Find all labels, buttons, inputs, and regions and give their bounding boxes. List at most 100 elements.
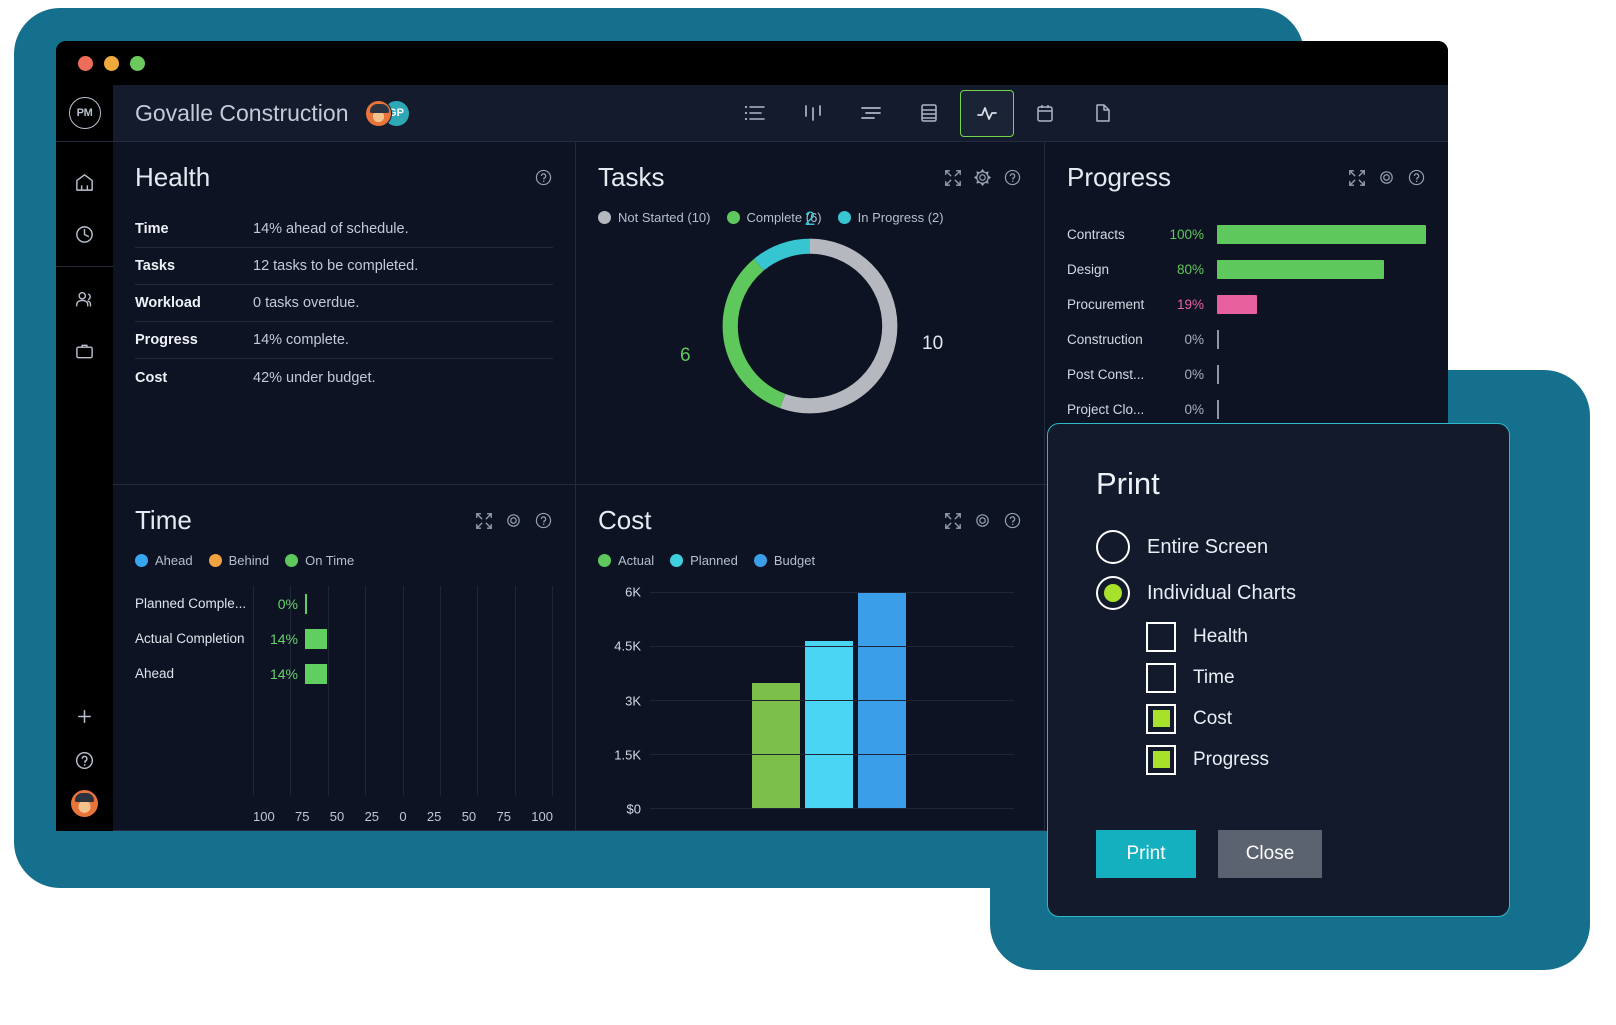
sidebar-item-portfolio[interactable] [63,325,107,377]
help-icon[interactable] [534,511,553,530]
axis-tick: 100 [253,809,275,824]
legend-swatch [598,211,611,224]
radio-entire-screen[interactable]: Entire Screen [1096,524,1461,570]
sheet-view-icon[interactable] [902,90,956,137]
checkbox-label: Time [1193,666,1235,688]
sidebar-item-team[interactable] [63,273,107,325]
expand-icon[interactable] [943,168,962,187]
page-title: Govalle Construction [135,99,349,126]
legend-label: Not Started (10) [618,210,711,225]
checkbox-cost[interactable]: Cost [1096,698,1461,739]
sidebar-divider [56,266,113,267]
board-view-icon[interactable] [786,90,840,137]
legend-label: Actual [618,553,655,568]
radio-button[interactable] [1096,576,1130,610]
dashboard-view-icon[interactable] [959,89,1014,137]
checkbox-progress[interactable]: Progress [1096,739,1461,780]
legend-label: Ahead [155,553,193,568]
axis-tick: 75 [295,809,310,824]
legend-label: In Progress (2) [857,210,944,225]
screenshot-stage: PM Govalle Construction GP Health Time 1… [0,0,1616,1025]
gear-icon[interactable] [973,511,992,530]
calendar-view-icon[interactable] [1018,90,1072,137]
panel-tasks: Tasks Not Started (10) Complete (6) In P… [576,142,1045,485]
time-row: Actual Completion 14% [135,621,553,656]
expand-icon[interactable] [1347,168,1366,187]
help-icon[interactable] [1407,168,1426,187]
help-icon[interactable] [534,168,553,187]
help-icon[interactable] [1003,511,1022,530]
document-view-icon[interactable] [1076,90,1130,137]
legend-item: On Time [285,553,354,568]
gridline: 1.5K [614,747,1014,762]
panel-title: Progress [1067,162,1172,192]
gear-icon[interactable] [1377,168,1396,187]
table-row: Tasks 12 tasks to be completed. [135,248,553,285]
user-avatar[interactable] [71,790,98,817]
help-icon[interactable] [1003,168,1022,187]
time-row: Planned Comple... 0% [135,586,553,621]
time-bar-chart: Planned Comple... 0% Actual Completion 14% A… [135,586,553,824]
gear-icon[interactable] [504,511,523,530]
donut-label-in-progress: 2 [804,209,816,230]
avatar-group[interactable]: GP [364,99,410,127]
checkbox-box[interactable] [1146,703,1176,734]
expand-icon[interactable] [943,511,962,530]
minimize-window-button[interactable] [104,55,119,71]
print-button[interactable]: Print [1096,830,1196,878]
radio-label: Individual Charts [1147,581,1296,604]
checkbox-time[interactable]: Time [1096,657,1461,698]
progress-label: Construction [1067,332,1143,347]
health-key: Tasks [135,258,176,274]
donut-label-complete: 6 [680,345,691,366]
time-bar [305,628,327,649]
progress-fill [1217,295,1257,314]
axis-tick: 6K [625,584,641,600]
legend-swatch [598,554,611,567]
sidebar-item-timesheet[interactable] [63,208,107,260]
cost-plot-area: $0 1.5K 3K 4.5K 6K [614,585,1014,817]
legend-swatch [135,554,148,567]
radio-individual-charts[interactable]: Individual Charts [1096,570,1461,616]
axis-tick: 4.5K [614,638,641,654]
plus-icon[interactable] [63,702,107,730]
progress-label: Post Const... [1067,367,1145,382]
app-logo[interactable]: PM [56,85,113,141]
gridline: 3K [625,693,1014,708]
radio-button[interactable] [1096,530,1130,564]
checkbox-box[interactable] [1146,662,1176,693]
avatar[interactable] [364,99,392,127]
bar [751,683,800,808]
time-x-axis: 100 75 50 25 0 25 50 75 100 [253,809,553,824]
gear-icon[interactable] [973,168,992,187]
progress-percent: 80% [1176,262,1204,277]
close-window-button[interactable] [78,55,93,71]
checkbox-label: Cost [1193,707,1233,729]
zoom-window-button[interactable] [130,55,145,71]
window-titlebar [56,41,1448,85]
expand-icon[interactable] [474,511,493,530]
sidebar-item-home[interactable] [63,156,107,208]
panel-title: Health [135,162,211,192]
radio-selected-dot [1104,584,1122,602]
progress-label: Project Clo... [1067,402,1145,417]
panel-time: Time Ahead Behind On Time Planned Comple… [113,485,576,831]
progress-track [1217,400,1426,419]
time-zero-mark [305,593,307,614]
panel-header: Progress [1067,162,1426,193]
cost-bar-chart: $0 1.5K 3K 4.5K 6K [598,584,1022,830]
legend-label: Planned [690,553,738,568]
close-button[interactable]: Close [1218,830,1322,878]
checkbox-box[interactable] [1146,621,1176,652]
panel-title: Cost [598,505,652,535]
legend-swatch [285,554,299,567]
checkbox-box[interactable] [1146,744,1176,775]
help-icon[interactable] [63,746,107,774]
legend-item: Not Started (10) [598,210,711,225]
gantt-view-icon[interactable] [844,90,898,137]
checkbox-health[interactable]: Health [1096,616,1461,657]
panel-health: Health Time 14% ahead of schedule. Tasks… [113,142,576,485]
list-view-icon[interactable] [728,90,782,137]
time-rows: Planned Comple... 0% Actual Completion 14% A… [135,586,553,691]
legend-item: Ahead [135,553,193,568]
